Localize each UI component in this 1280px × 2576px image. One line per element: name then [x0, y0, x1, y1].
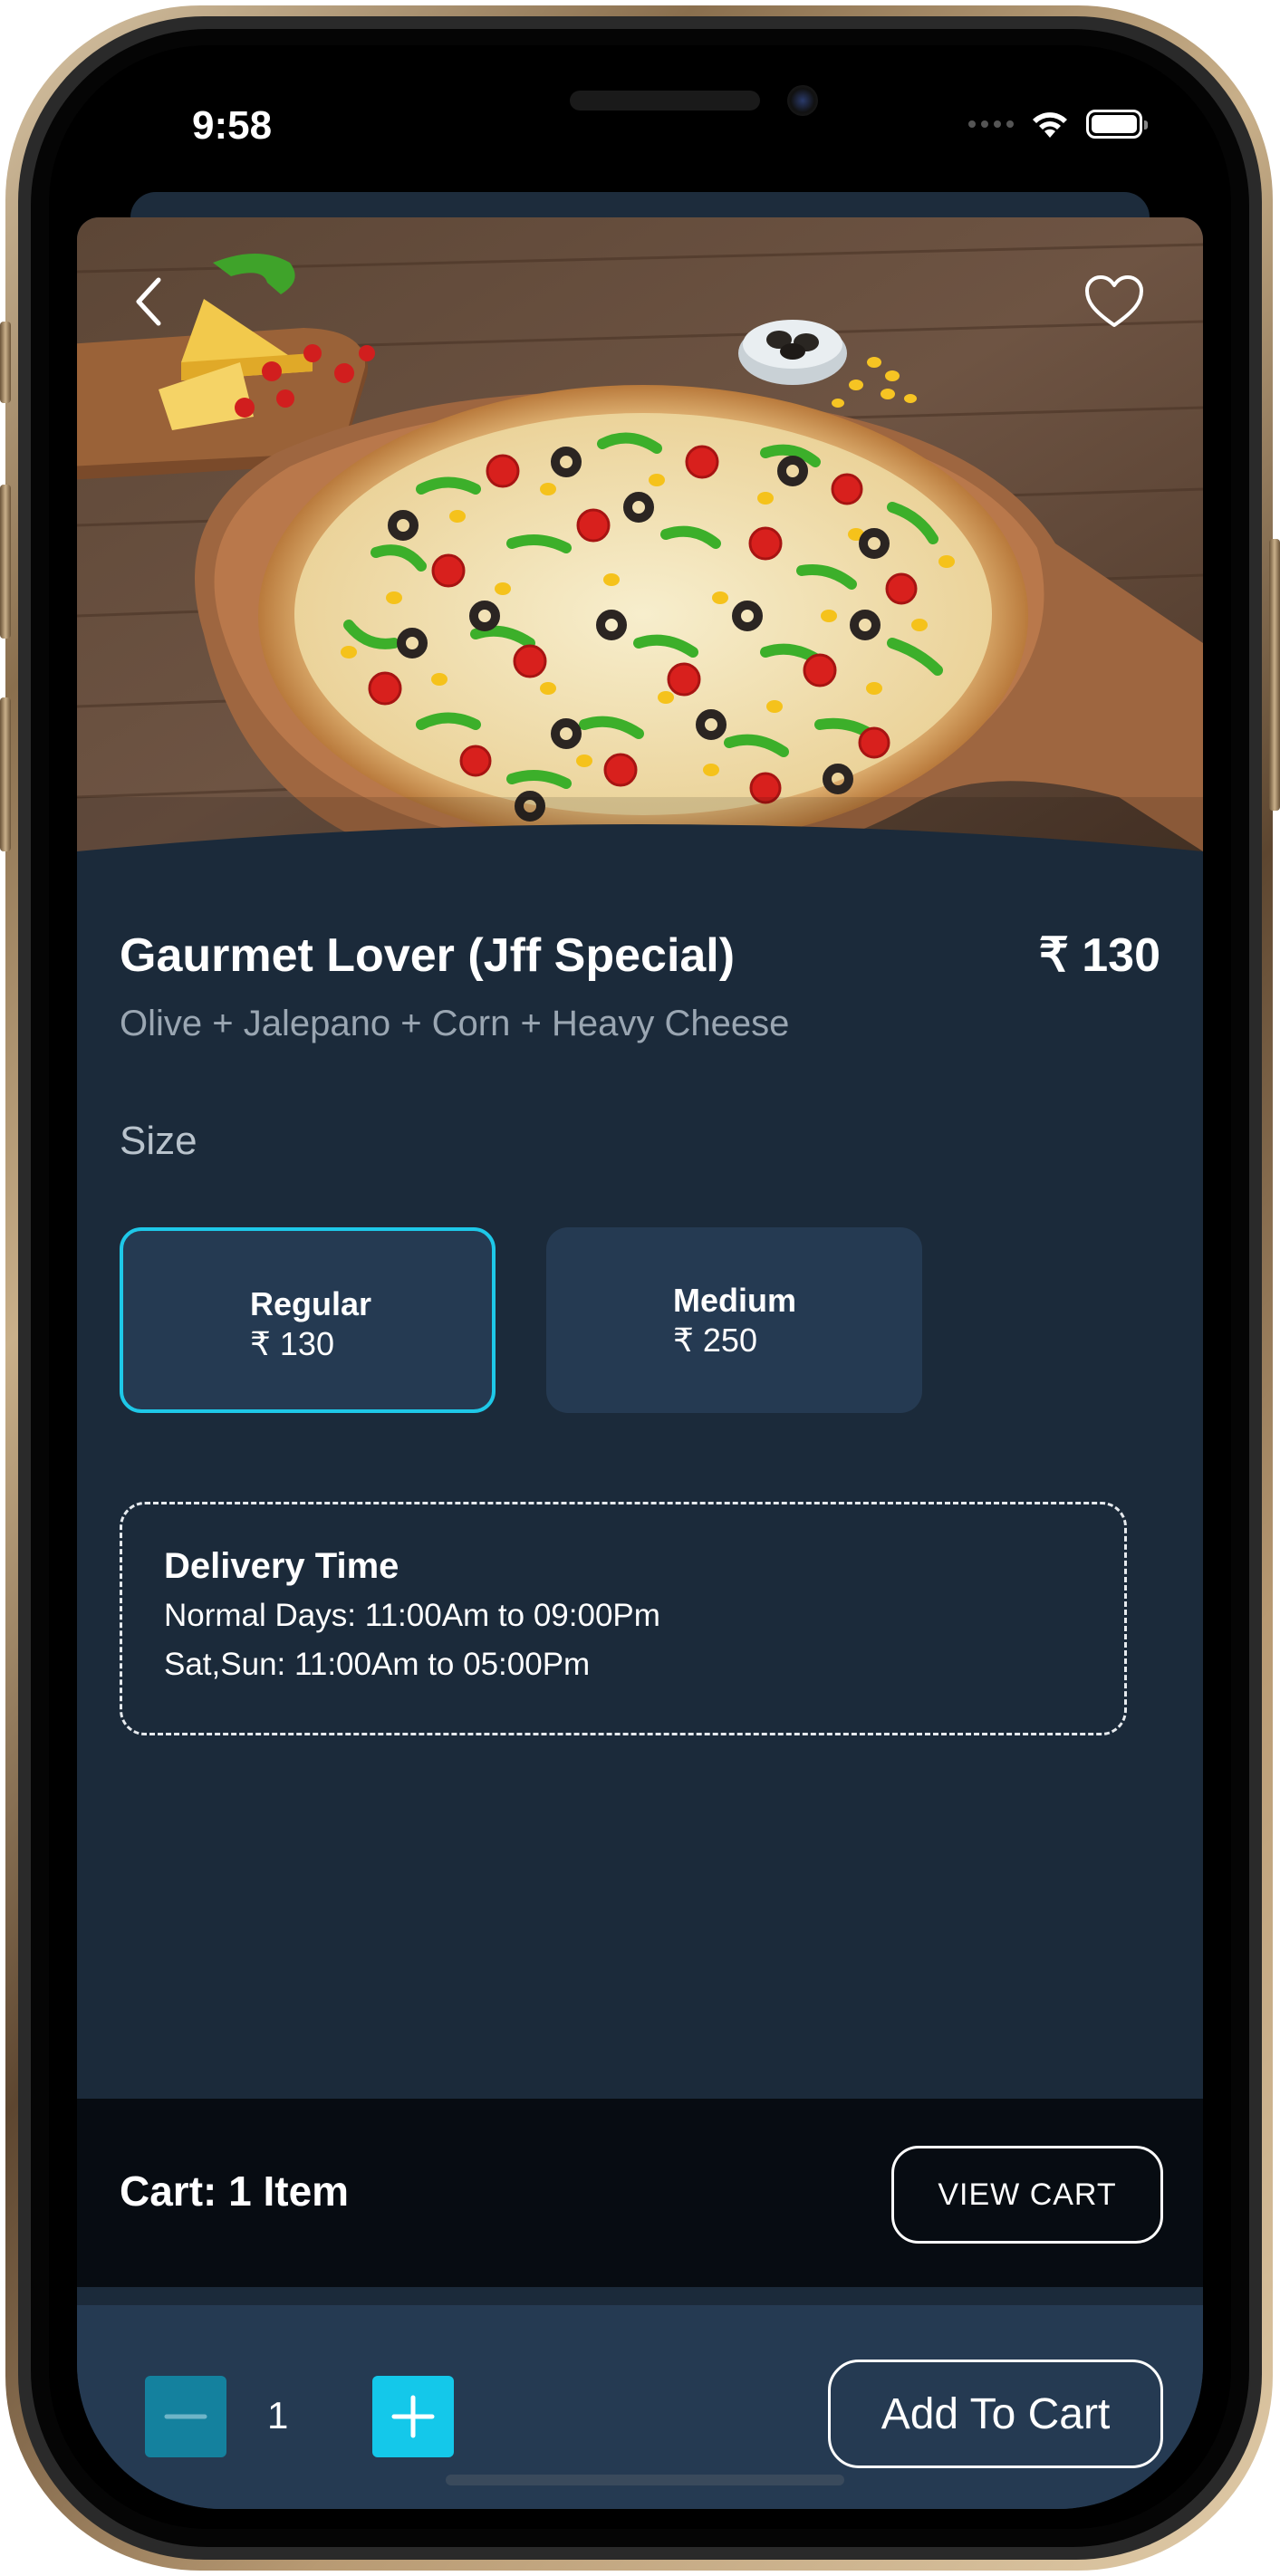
cart-summary: Cart: 1 Item [120, 2167, 350, 2215]
delivery-time-normal-days: Normal Days: 11:00Am to 09:00Pm [164, 1598, 660, 1633]
heart-icon [1085, 275, 1143, 327]
decrease-quantity-button[interactable] [145, 2376, 226, 2457]
status-time: 9:58 [192, 103, 273, 148]
size-label: Size [120, 1119, 197, 1163]
cart-bar: Cart: 1 Item VIEW CART [77, 2099, 1203, 2287]
hero-curve [77, 824, 1203, 883]
product-description: Olive + Jalepano + Corn + Heavy Cheese [120, 1004, 790, 1043]
view-cart-button[interactable]: VIEW CART [891, 2146, 1163, 2244]
silent-switch [0, 322, 11, 403]
power-button [1269, 539, 1280, 811]
front-camera [787, 85, 818, 116]
speaker-grille [570, 91, 760, 111]
favorite-button[interactable] [1083, 270, 1146, 333]
product-title: Gaurmet Lover (Jff Special) [120, 929, 736, 982]
size-option-price: ₹ 130 [250, 1325, 334, 1362]
volume-down-button [0, 697, 11, 851]
phone-screen: 9:58 Gaurmet Lover (Jff Special) ₹ 130 O… [49, 45, 1231, 2529]
home-indicator[interactable] [446, 2475, 844, 2485]
battery-icon [1086, 110, 1148, 139]
back-button[interactable] [118, 270, 181, 333]
size-option-name: Medium [673, 1282, 797, 1319]
delivery-time-box: Delivery Time Normal Days: 11:00Am to 09… [120, 1502, 1127, 1735]
chevron-left-icon [136, 277, 161, 326]
status-icons [968, 109, 1148, 139]
plus-icon [391, 2395, 435, 2438]
product-detail-card: Gaurmet Lover (Jff Special) ₹ 130 Olive … [77, 217, 1203, 2509]
size-option-regular[interactable]: Regular ₹ 130 [120, 1227, 496, 1413]
quantity-value: 1 [267, 2394, 289, 2437]
minus-icon [164, 2414, 207, 2419]
size-option-name: Regular [250, 1285, 372, 1322]
size-option-medium[interactable]: Medium ₹ 250 [546, 1227, 922, 1413]
delivery-time-weekend: Sat,Sun: 11:00Am to 05:00Pm [164, 1647, 591, 1682]
delivery-time-title: Delivery Time [164, 1546, 399, 1586]
wifi-icon [1033, 112, 1067, 138]
pizza-image [77, 217, 1203, 883]
add-to-cart-button[interactable]: Add To Cart [828, 2360, 1163, 2468]
product-price: ₹ 130 [1038, 929, 1160, 982]
volume-up-button [0, 485, 11, 639]
signal-icon [968, 120, 1014, 128]
size-option-price: ₹ 250 [673, 1322, 757, 1359]
increase-quantity-button[interactable] [372, 2376, 454, 2457]
